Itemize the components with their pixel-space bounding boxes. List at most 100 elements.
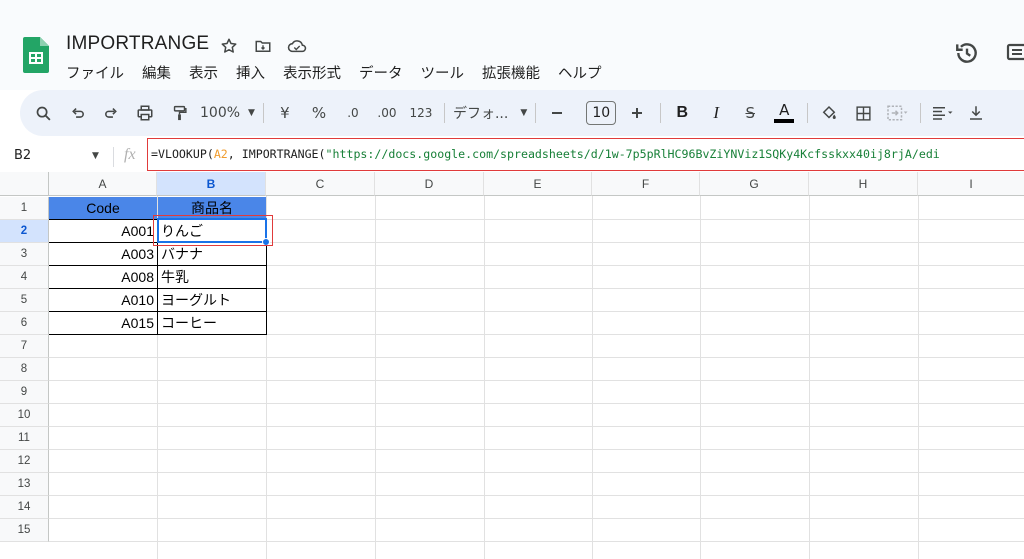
zoom-select[interactable]: 100% ▼ <box>200 105 255 121</box>
row-header-10[interactable]: 10 <box>0 404 49 427</box>
gridline <box>49 380 1024 381</box>
cell-b5[interactable]: ヨーグルト <box>158 289 266 312</box>
text-color-swatch <box>774 119 795 123</box>
row-header-4[interactable]: 4 <box>0 266 49 289</box>
gridline <box>49 426 1024 427</box>
sheets-logo-icon[interactable] <box>23 37 49 73</box>
divider <box>660 103 662 123</box>
divider <box>807 103 809 123</box>
row-header-9[interactable]: 9 <box>0 381 49 404</box>
comments-icon[interactable] <box>1006 42 1024 64</box>
column-header-h[interactable]: H <box>809 172 918 196</box>
cell-a4[interactable]: A008 <box>49 266 157 289</box>
row-header-15[interactable]: 15 <box>0 519 49 542</box>
menu-format[interactable]: 表示形式 <box>283 62 341 83</box>
horizontal-align-icon[interactable] <box>929 99 955 127</box>
column-header-f[interactable]: F <box>592 172 700 196</box>
gridline <box>49 495 1024 496</box>
print-icon[interactable] <box>132 99 158 127</box>
cell-a6[interactable]: A015 <box>49 312 157 335</box>
chevron-down-icon[interactable]: ▼ <box>92 151 99 161</box>
formula-mid: , IMPORTRANGE( <box>227 147 326 161</box>
menu-file[interactable]: ファイル <box>66 62 124 83</box>
row-header-11[interactable]: 11 <box>0 427 49 450</box>
column-header-b[interactable]: B <box>157 172 266 196</box>
row-header-2[interactable]: 2 <box>0 220 49 243</box>
column-header-g[interactable]: G <box>700 172 809 196</box>
menu-tools[interactable]: ツール <box>421 62 465 83</box>
gridline <box>592 196 593 559</box>
column-header-c[interactable]: C <box>266 172 375 196</box>
menu-help[interactable]: ヘルプ <box>558 62 602 83</box>
name-box[interactable]: B2 <box>14 148 31 163</box>
row-header-14[interactable]: 14 <box>0 496 49 519</box>
font-size-input[interactable]: 10 <box>586 101 617 125</box>
strikethrough-button[interactable]: S <box>737 99 763 127</box>
row-header-12[interactable]: 12 <box>0 450 49 473</box>
menu-view[interactable]: 表示 <box>189 62 218 83</box>
select-all-corner[interactable] <box>0 172 49 196</box>
merge-cells-icon[interactable] <box>884 99 910 127</box>
row-header-3[interactable]: 3 <box>0 243 49 266</box>
cell-a2[interactable]: A001 <box>49 220 157 243</box>
text-color-label: A <box>779 101 790 119</box>
fill-color-icon[interactable] <box>816 99 842 127</box>
document-title[interactable]: IMPORTRANGE <box>66 33 209 55</box>
borders-icon[interactable] <box>850 99 876 127</box>
cell-a1[interactable]: Code <box>49 197 157 220</box>
font-value: デフォ... <box>452 106 509 122</box>
version-history-icon[interactable] <box>954 40 980 66</box>
font-select[interactable]: デフォ... ▼ <box>453 103 527 123</box>
percent-format-button[interactable]: % <box>306 99 332 127</box>
star-icon[interactable] <box>218 35 240 57</box>
chevron-down-icon: ▼ <box>520 108 528 118</box>
increase-decimal-button[interactable]: .00 <box>374 99 400 127</box>
row-header-1[interactable]: 1 <box>0 197 49 220</box>
paint-format-icon[interactable] <box>166 99 192 127</box>
text-color-button[interactable]: A <box>771 99 797 127</box>
menu-insert[interactable]: 挿入 <box>236 62 265 83</box>
bold-button[interactable]: B <box>669 99 695 127</box>
gridline <box>49 403 1024 404</box>
cell-b6[interactable]: コーヒー <box>158 312 266 335</box>
cell-b4[interactable]: 牛乳 <box>158 266 266 289</box>
row-header-7[interactable]: 7 <box>0 335 49 358</box>
table-border <box>49 311 267 312</box>
row-header-8[interactable]: 8 <box>0 358 49 381</box>
menu-data[interactable]: データ <box>359 62 403 83</box>
increase-font-size-icon[interactable] <box>624 99 650 127</box>
search-menus-icon[interactable] <box>30 99 56 127</box>
column-header-i[interactable]: I <box>918 172 1024 196</box>
row-header-5[interactable]: 5 <box>0 289 49 312</box>
italic-button[interactable]: I <box>703 99 729 127</box>
redo-icon[interactable] <box>98 99 124 127</box>
decrease-decimal-label: .0 <box>347 106 359 120</box>
currency-format-button[interactable]: ¥ <box>272 99 298 127</box>
toolbar: 100% ▼ ¥ % .0 .00 123 デフォ... ▼ 10 B I S … <box>20 90 1024 136</box>
divider <box>920 103 922 123</box>
gridline <box>49 472 1024 473</box>
formula-input[interactable]: =VLOOKUP(A2, IMPORTRANGE("https://docs.g… <box>147 138 1024 171</box>
gridline <box>484 196 485 559</box>
gridline <box>49 357 1024 358</box>
menu-bar: ファイル 編集 表示 挿入 表示形式 データ ツール 拡張機能 ヘルプ <box>66 62 602 83</box>
column-header-d[interactable]: D <box>375 172 484 196</box>
cloud-saved-icon[interactable] <box>286 35 308 57</box>
divider <box>113 147 114 167</box>
cell-a3[interactable]: A003 <box>49 243 157 266</box>
row-header-13[interactable]: 13 <box>0 473 49 496</box>
cell-b3[interactable]: バナナ <box>158 243 266 266</box>
decrease-font-size-icon[interactable] <box>544 99 570 127</box>
row-header-6[interactable]: 6 <box>0 312 49 335</box>
zoom-value: 100% <box>200 105 241 121</box>
vertical-align-icon[interactable] <box>963 99 989 127</box>
cell-a5[interactable]: A010 <box>49 289 157 312</box>
column-header-e[interactable]: E <box>484 172 592 196</box>
menu-edit[interactable]: 編集 <box>142 62 171 83</box>
more-formats-button[interactable]: 123 <box>408 99 434 127</box>
decrease-decimal-button[interactable]: .0 <box>340 99 366 127</box>
column-header-a[interactable]: A <box>49 172 157 196</box>
menu-extensions[interactable]: 拡張機能 <box>482 62 540 83</box>
undo-icon[interactable] <box>64 99 90 127</box>
move-to-folder-icon[interactable] <box>252 35 274 57</box>
